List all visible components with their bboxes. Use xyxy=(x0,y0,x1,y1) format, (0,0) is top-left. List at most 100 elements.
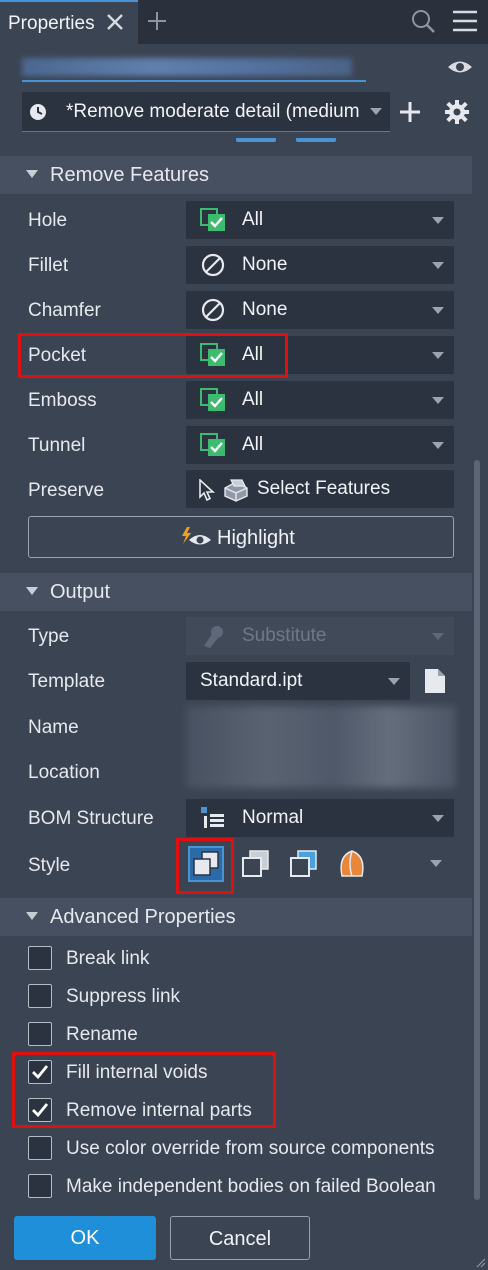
chamfer-dropdown[interactable]: None xyxy=(186,291,454,329)
none-icon xyxy=(201,253,225,277)
bom-structure-label: BOM Structure xyxy=(28,808,154,829)
color-override-checkbox[interactable] xyxy=(28,1136,52,1160)
menu-icon[interactable] xyxy=(452,9,478,33)
suppress-link-label: Suppress link xyxy=(66,986,181,1007)
highlight-box-style xyxy=(176,838,234,894)
chevron-down-icon xyxy=(432,397,444,404)
substitute-icon xyxy=(204,626,223,648)
file-icon[interactable] xyxy=(424,668,446,694)
chevron-down-icon[interactable] xyxy=(430,860,442,867)
bom-icon xyxy=(201,807,224,828)
break-link-label: Break link xyxy=(66,948,150,969)
section-advanced-properties[interactable]: Advanced Properties xyxy=(0,898,472,936)
add-tab-icon[interactable] xyxy=(146,10,168,32)
scrollbar-thumb[interactable] xyxy=(474,460,480,1200)
section-title: Output xyxy=(50,581,111,603)
ok-label: OK xyxy=(70,1227,100,1249)
rename-checkbox[interactable] xyxy=(28,1022,52,1046)
check-all-icon xyxy=(200,388,225,411)
emboss-label: Emboss xyxy=(28,390,97,411)
chevron-down-icon xyxy=(432,307,444,314)
preserve-label: Preserve xyxy=(28,480,105,501)
independent-bodies-label: Make independent bodies on failed Boolea… xyxy=(66,1176,436,1197)
chevron-down-icon xyxy=(388,678,400,685)
cancel-label: Cancel xyxy=(208,1228,272,1250)
emboss-value: All xyxy=(242,389,264,410)
highlight-button[interactable]: Highlight xyxy=(28,516,454,558)
tab-title: Properties xyxy=(8,13,95,34)
tab-properties[interactable]: Properties xyxy=(0,0,138,44)
redacted-name xyxy=(22,58,352,76)
cursor-icon xyxy=(199,479,216,501)
ok-button[interactable]: OK xyxy=(14,1216,156,1260)
preset-value: *Remove moderate detail (medium xyxy=(66,101,360,122)
clock-icon xyxy=(30,104,46,120)
chevron-down-icon xyxy=(432,442,444,449)
none-icon xyxy=(201,298,225,322)
emboss-dropdown[interactable]: All xyxy=(186,381,454,419)
gear-icon[interactable] xyxy=(444,99,470,125)
collapse-icon xyxy=(26,912,38,920)
highlight-box-pocket xyxy=(18,333,288,378)
chevron-down-icon xyxy=(370,108,382,115)
hole-dropdown[interactable]: All xyxy=(186,201,454,239)
section-title: Advanced Properties xyxy=(50,906,236,928)
hole-label: Hole xyxy=(28,210,68,231)
select-features-button[interactable]: Select Features xyxy=(186,470,454,508)
tunnel-dropdown[interactable]: All xyxy=(186,426,454,464)
cancel-button[interactable]: Cancel xyxy=(170,1216,310,1260)
check-all-icon xyxy=(200,208,225,231)
fillet-dropdown[interactable]: None xyxy=(186,246,454,284)
section-remove-features[interactable]: Remove Features xyxy=(0,156,472,194)
collapse-icon xyxy=(26,587,38,595)
type-dropdown: Substitute xyxy=(186,617,454,655)
highlight-box-advanced xyxy=(12,1052,276,1128)
style-label: Style xyxy=(28,855,71,876)
type-value: Substitute xyxy=(242,625,327,646)
template-label: Template xyxy=(28,671,106,692)
tab-bar: Properties xyxy=(0,0,488,44)
break-link-checkbox[interactable] xyxy=(28,946,52,970)
chevron-down-icon xyxy=(432,262,444,269)
tunnel-label: Tunnel xyxy=(28,435,86,456)
chevron-down-icon xyxy=(432,815,444,822)
add-preset-icon[interactable] xyxy=(398,100,422,124)
template-value: Standard.ipt xyxy=(200,670,303,691)
highlight-eye-icon xyxy=(182,527,211,545)
independent-bodies-checkbox[interactable] xyxy=(28,1174,52,1198)
style-solid-per-instance-icon[interactable] xyxy=(238,846,274,882)
select-features-label: Select Features xyxy=(257,478,391,499)
level-tab-1[interactable] xyxy=(236,138,276,142)
style-composite-icon[interactable] xyxy=(334,846,370,882)
chamfer-label: Chamfer xyxy=(28,300,101,321)
section-title: Remove Features xyxy=(50,164,209,186)
search-icon[interactable] xyxy=(410,8,436,34)
bom-structure-value: Normal xyxy=(242,807,304,828)
section-output[interactable]: Output xyxy=(0,573,472,611)
feature-icon xyxy=(224,479,248,502)
rename-label: Rename xyxy=(66,1024,138,1045)
chamfer-value: None xyxy=(242,299,288,320)
redacted-name-location[interactable] xyxy=(186,706,456,788)
name-label: Name xyxy=(28,717,79,738)
hole-value: All xyxy=(242,209,264,230)
resize-grip-icon[interactable] xyxy=(474,1256,486,1268)
tunnel-value: All xyxy=(242,434,264,455)
suppress-link-checkbox[interactable] xyxy=(28,984,52,1008)
style-surface-icon[interactable] xyxy=(286,846,322,882)
type-label: Type xyxy=(28,626,70,647)
chevron-down-icon xyxy=(432,352,444,359)
template-dropdown[interactable]: Standard.ipt xyxy=(186,662,410,700)
preset-dropdown[interactable]: *Remove moderate detail (medium xyxy=(22,92,390,132)
check-all-icon xyxy=(200,433,225,456)
close-icon[interactable] xyxy=(104,11,126,33)
highlight-label: Highlight xyxy=(217,527,295,549)
color-override-label: Use color override from source component… xyxy=(66,1138,435,1159)
collapse-icon xyxy=(26,170,38,178)
chevron-down-icon xyxy=(432,633,444,640)
eye-icon[interactable] xyxy=(446,56,474,78)
level-tab-2[interactable] xyxy=(296,138,336,142)
chevron-down-icon xyxy=(432,217,444,224)
component-name-field[interactable] xyxy=(22,52,366,82)
bom-structure-dropdown[interactable]: Normal xyxy=(186,799,454,837)
